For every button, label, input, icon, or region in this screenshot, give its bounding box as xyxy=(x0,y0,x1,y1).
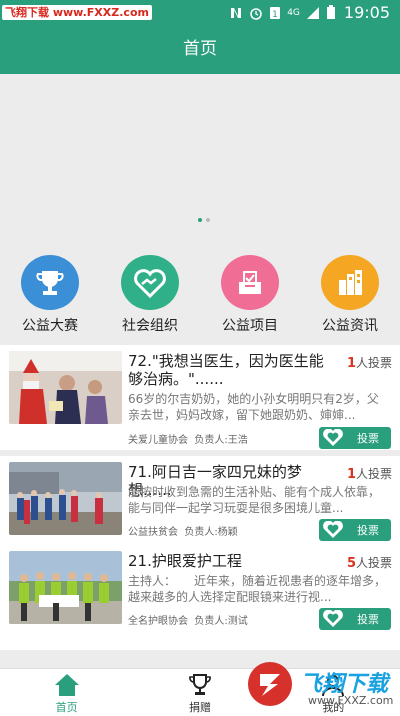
banner-carousel[interactable] xyxy=(0,74,400,230)
vote-button-label: 投票 xyxy=(357,432,379,445)
project-title[interactable]: 72."我想当医生，因为医生能够治病。"...... xyxy=(128,352,338,388)
battery-icon xyxy=(326,5,335,19)
alarm-icon xyxy=(250,7,262,20)
nav-home[interactable]: 首页 xyxy=(0,669,133,716)
category-charity-project[interactable]: 公益项目 xyxy=(205,255,295,335)
project-org: 全名护眼协会 xyxy=(128,616,188,627)
project-meta: 公益扶贫会 负责人:杨颖 xyxy=(128,523,238,538)
vote-button-label: 投票 xyxy=(357,524,379,537)
nav-label: 捐赠 xyxy=(188,701,211,714)
trophy-outline-icon xyxy=(189,674,211,695)
vote-count: 1人投票 xyxy=(347,465,392,482)
network-type: 4G xyxy=(287,7,300,18)
carousel-dot xyxy=(198,218,202,222)
home-icon xyxy=(54,674,79,696)
nav-label: 首页 xyxy=(55,701,78,714)
category-label: 公益项目 xyxy=(222,318,278,334)
project-desc: 主持人： 近年来，随着近视患者的逐年增多，越来越多的人选择定配眼镜来进行视... xyxy=(128,574,387,604)
page-title: 首页 xyxy=(183,39,217,59)
project-card[interactable]: 21.护眼爱护工程 5人投票 主持人： 近年来，随着近视患者的逐年增多，越来越多… xyxy=(0,545,400,650)
vote-button[interactable]: 投票 xyxy=(319,519,391,541)
vote-button[interactable]: 投票 xyxy=(319,608,391,630)
clock: 19:05 xyxy=(343,3,390,22)
category-social-org[interactable]: 社会组织 xyxy=(105,255,195,335)
signal-icon xyxy=(306,6,319,19)
ballot-box-icon xyxy=(221,255,279,310)
vote-count-number: 5 xyxy=(346,556,356,571)
carousel-dot xyxy=(206,218,210,222)
project-owner: 负责人:测试 xyxy=(194,616,248,627)
project-desc: 66岁的尔吉奶奶，她的小孙女明明只有2岁，父亲去世，妈妈改嫁，留下她跟奶奶、婶婶… xyxy=(128,392,379,422)
project-photo xyxy=(9,462,122,535)
category-label: 社会组织 xyxy=(122,318,178,334)
app-header: 首页 xyxy=(0,25,400,74)
vote-count: 1人投票 xyxy=(347,354,392,371)
vote-count-number: 1 xyxy=(346,467,356,482)
category-charity-contest[interactable]: 公益大赛 xyxy=(5,255,95,335)
carousel-indicator xyxy=(198,218,210,222)
vote-count-suffix: 人投票 xyxy=(355,356,392,370)
vote-button[interactable]: 投票 xyxy=(319,427,391,449)
project-meta: 全名护眼协会 负责人:测试 xyxy=(128,612,248,627)
buildings-icon xyxy=(321,255,379,310)
project-org: 公益扶贫会 xyxy=(128,527,178,538)
sim-icon: 1 xyxy=(270,6,281,20)
category-label: 公益资讯 xyxy=(322,318,378,334)
vote-count: 5人投票 xyxy=(347,554,392,571)
vote-count-number: 1 xyxy=(346,356,356,371)
project-org: 关爱儿童协会 xyxy=(128,435,188,446)
project-card[interactable]: 72."我想当医生，因为医生能够治病。"...... 1人投票 66岁的尔吉奶奶… xyxy=(0,345,400,450)
heart-icon xyxy=(323,521,343,538)
status-bar: 飞翔下载 www.FXXZ.com 1 4G 19:05 xyxy=(0,0,400,25)
vote-count-suffix: 人投票 xyxy=(355,467,392,481)
nfc-icon xyxy=(231,7,242,18)
handshake-heart-icon xyxy=(121,255,179,310)
project-owner: 负责人:王浩 xyxy=(194,435,248,446)
vote-button-label: 投票 xyxy=(357,613,379,626)
heart-icon xyxy=(323,429,343,446)
vote-count-suffix: 人投票 xyxy=(355,556,392,570)
svg-text:1: 1 xyxy=(272,10,278,20)
category-charity-news[interactable]: 公益资讯 xyxy=(305,255,395,335)
nav-donate[interactable]: 捐赠 xyxy=(133,669,266,716)
project-photo xyxy=(9,351,122,424)
project-title[interactable]: 21.护眼爱护工程 xyxy=(128,552,338,570)
brand-watermark: 飞翔下载 www.FXXZ.com xyxy=(248,662,400,716)
project-photo xyxy=(9,551,122,624)
category-label: 公益大赛 xyxy=(22,318,78,334)
project-owner: 负责人:杨颖 xyxy=(184,527,238,538)
category-row: 公益大赛 社会组织 公益项目 公益资讯 xyxy=(0,255,400,335)
site-watermark: 飞翔下载 www.FXXZ.com xyxy=(2,5,152,20)
trophy-icon xyxy=(21,255,79,310)
heart-icon xyxy=(323,610,343,627)
project-desc: 能按时收到急需的生活补贴、能有个成人依靠，能与同伴一起学习玩耍是很多困境儿童..… xyxy=(128,485,381,515)
status-icons: 1 4G 19:05 xyxy=(229,3,390,22)
brand-logo-icon xyxy=(248,662,292,706)
brand-url: www.FXXZ.com xyxy=(308,694,394,707)
project-meta: 关爱儿童协会 负责人:王浩 xyxy=(128,431,248,446)
